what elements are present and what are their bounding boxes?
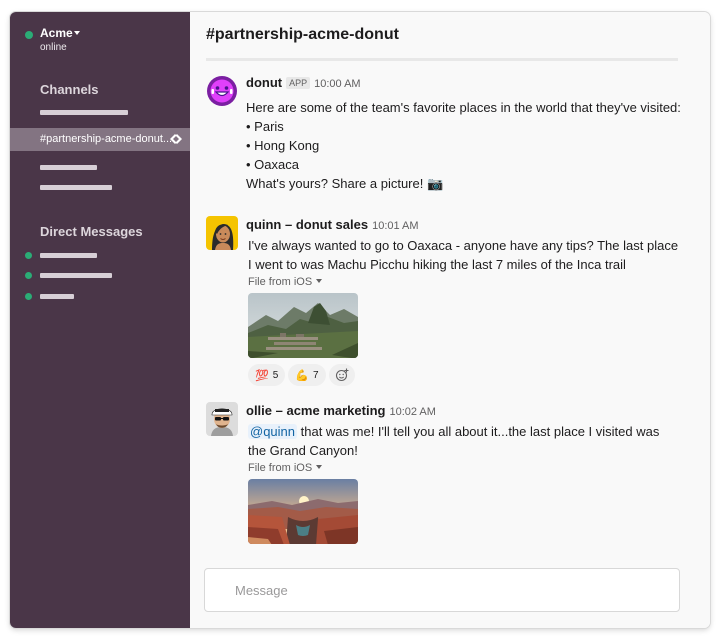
sidebar-item-channel[interactable]: [40, 165, 97, 170]
file-source-toggle[interactable]: File from iOS: [248, 276, 323, 288]
reaction-muscle[interactable]: 💪 7: [288, 364, 326, 386]
message-input[interactable]: [205, 569, 679, 611]
grand-canyon-photo[interactable]: [248, 479, 358, 544]
app-window: Acme online Channels #partnership-acme-d…: [10, 12, 710, 628]
message-line: I've always wanted to go to Oaxaca - any…: [248, 238, 679, 253]
message-author[interactable]: quinn – donut sales: [246, 217, 368, 232]
message-line: • Paris: [246, 119, 284, 134]
active-channel-label: #partnership-acme-donut...: [40, 133, 173, 145]
message-timestamp[interactable]: 10:00 AM: [314, 78, 360, 90]
sidebar-item-channel[interactable]: [40, 185, 112, 190]
message-author[interactable]: ollie – acme marketing: [246, 403, 385, 418]
reaction-count: 5: [272, 369, 279, 381]
message-composer: [204, 568, 680, 612]
emoji-muscle-icon: 💪: [295, 369, 309, 382]
reaction-100[interactable]: 💯 5: [248, 364, 286, 386]
message-line: Here are some of the team's favorite pla…: [246, 100, 681, 115]
message-item: ollie – acme marketing 10:02 AM @quinn th…: [206, 402, 696, 552]
add-reaction-icon: [335, 368, 349, 382]
sidebar-item-dm[interactable]: [40, 294, 74, 299]
message-timestamp[interactable]: 10:02 AM: [389, 406, 435, 418]
message-line-text: that was me! I'll tell you all about it.…: [297, 424, 660, 439]
message-line: @quinn that was me! I'll tell you all ab…: [248, 422, 659, 441]
presence-dot: [25, 293, 32, 300]
emoji-100-icon: 💯: [255, 369, 269, 382]
file-source-label: File from iOS: [248, 276, 313, 288]
channel-view: #partnership-acme-donut donut APP 10:00 AM: [190, 12, 710, 628]
message-line: the Grand Canyon!: [248, 443, 358, 458]
message-line: What's yours? Share a picture! 📷: [246, 176, 444, 191]
presence-dot: [25, 252, 32, 259]
donut-bot-icon[interactable]: [206, 74, 238, 108]
message-text: @quinn that was me! I'll tell you all ab…: [248, 422, 659, 460]
sidebar: Acme online Channels #partnership-acme-d…: [10, 12, 190, 628]
sidebar-item-active-channel[interactable]: #partnership-acme-donut...: [10, 128, 190, 151]
message-item: quinn – donut sales 10:01 AM I've always …: [206, 216, 696, 391]
message-item: donut APP 10:00 AM Here are some of the te…: [206, 74, 696, 204]
message-timestamp[interactable]: 10:01 AM: [372, 220, 418, 232]
message-text: Here are some of the team's favorite pla…: [246, 98, 681, 193]
user-mention[interactable]: @quinn: [248, 424, 298, 439]
user-status: online: [40, 42, 67, 53]
message-line: • Hong Kong: [246, 138, 320, 153]
sidebar-item-dm[interactable]: [40, 253, 97, 258]
header-divider: [206, 58, 678, 61]
chevron-down-icon: [74, 31, 80, 35]
message-line: I went to was Machu Picchu hiking the la…: [248, 257, 626, 272]
machu-picchu-photo[interactable]: [248, 293, 358, 358]
quinn-avatar[interactable]: [206, 216, 238, 250]
chevron-down-icon: [316, 279, 323, 283]
dm-section-title[interactable]: Direct Messages: [40, 224, 143, 239]
workspace-name: Acme: [40, 26, 73, 40]
workspace-switcher[interactable]: Acme online: [10, 26, 190, 58]
file-source-label: File from iOS: [248, 462, 313, 474]
presence-dot: [25, 272, 32, 279]
sidebar-item-channel[interactable]: [40, 110, 128, 115]
shared-channel-icon: [170, 134, 182, 144]
file-source-toggle[interactable]: File from iOS: [248, 462, 323, 474]
channels-section-title[interactable]: Channels: [40, 82, 99, 97]
message-line: • Oaxaca: [246, 157, 299, 172]
reaction-bar: 💯 5 💪 7: [248, 364, 355, 386]
message-author[interactable]: donut: [246, 75, 282, 90]
sidebar-item-dm[interactable]: [40, 273, 112, 278]
reaction-count: 7: [312, 369, 319, 381]
chevron-down-icon: [316, 465, 323, 469]
add-reaction-button[interactable]: [328, 364, 355, 386]
ollie-avatar[interactable]: [206, 402, 238, 436]
channel-title[interactable]: #partnership-acme-donut: [206, 26, 399, 44]
presence-dot: [25, 31, 33, 39]
app-badge: APP: [286, 77, 311, 89]
message-text: I've always wanted to go to Oaxaca - any…: [248, 236, 678, 274]
